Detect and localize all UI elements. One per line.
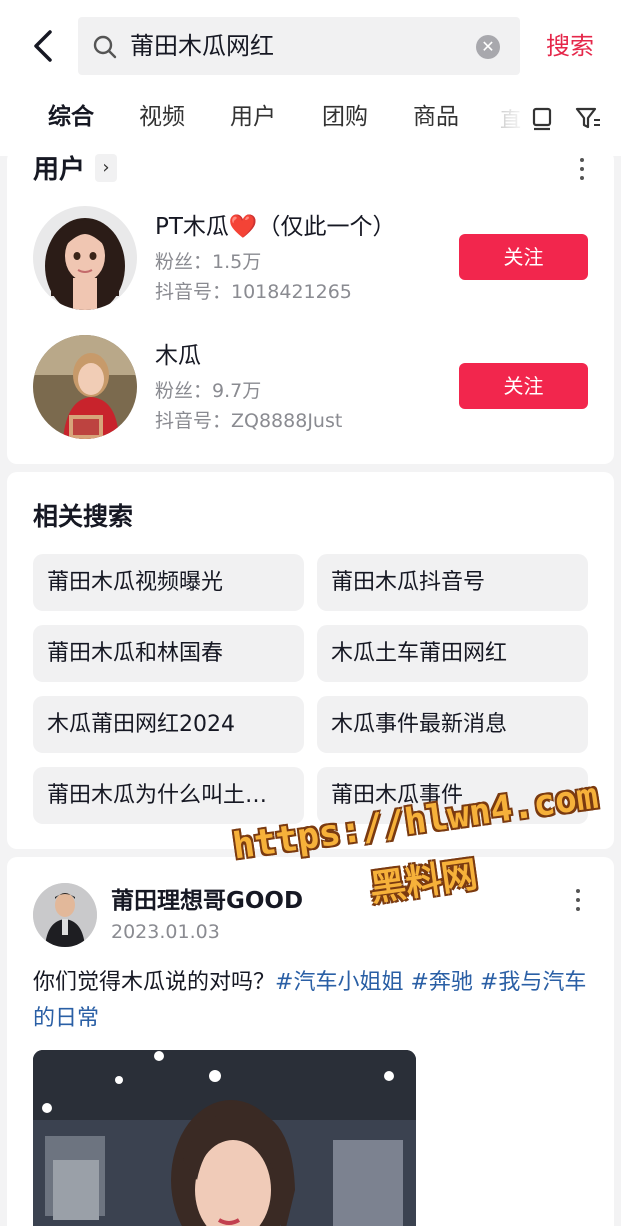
tab-videos[interactable]: 视频: [139, 100, 185, 134]
hashtag[interactable]: #奔驰: [410, 970, 472, 995]
filter-icon[interactable]: [574, 104, 602, 132]
avatar[interactable]: [33, 335, 137, 439]
related-search-chip[interactable]: 木瓜莆田网红2024: [33, 696, 304, 753]
related-search-chip[interactable]: 莆田木瓜视频曝光: [33, 554, 304, 611]
user-row[interactable]: PT木瓜❤️（仅此一个） 粉丝：1.5万 抖音号：1018421265 关注: [7, 206, 614, 316]
users-section: 用户 › PT木瓜❤️（仅此一个） 粉丝：1.5万 抖音号：1018421265…: [7, 150, 614, 464]
user-name: 木瓜: [155, 343, 201, 369]
tab-products[interactable]: 商品: [413, 100, 459, 134]
search-icon: [93, 35, 117, 59]
avatar[interactable]: [33, 883, 97, 947]
follow-button[interactable]: 关注: [459, 363, 588, 409]
layout-toggle-icon[interactable]: [528, 104, 556, 132]
search-query: 莆田木瓜网红: [130, 32, 274, 60]
related-search-chip[interactable]: 莆田木瓜事件: [317, 767, 588, 824]
hashtag[interactable]: #汽车小姐姐: [275, 970, 403, 995]
related-search-chip[interactable]: 莆田木瓜和林国春: [33, 625, 304, 682]
clear-icon[interactable]: ✕: [476, 35, 500, 59]
users-section-title[interactable]: 用户: [33, 152, 85, 188]
related-search-chip[interactable]: 莆田木瓜抖音号: [317, 554, 588, 611]
user-name: PT木瓜❤️（仅此一个）: [155, 214, 396, 240]
user-fans: 粉丝：9.7万: [155, 380, 262, 402]
user-row[interactable]: 木瓜 粉丝：9.7万 抖音号：ZQ8888Just 关注: [7, 335, 614, 445]
follow-button[interactable]: 关注: [459, 234, 588, 280]
related-searches-section: 相关搜索 莆田木瓜视频曝光 莆田木瓜抖音号 莆田木瓜和林国春 木瓜土车莆田网红 …: [7, 472, 614, 849]
tab-comprehensive[interactable]: 综合: [48, 100, 94, 134]
related-searches-title: 相关搜索: [33, 502, 134, 531]
tab-users[interactable]: 用户: [230, 100, 276, 134]
top-bar: 莆田木瓜网红 ✕ 搜索 综合 视频 用户 团购 商品 直: [0, 0, 621, 156]
chevron-right-icon[interactable]: ›: [95, 154, 117, 182]
user-fans: 粉丝：1.5万: [155, 251, 262, 273]
tabs-fade: [488, 96, 528, 140]
avatar[interactable]: [33, 206, 137, 310]
post-caption: 你们觉得木瓜说的对吗？#汽车小姐姐 #奔驰 #我与汽车的日常: [33, 965, 593, 1037]
post-author[interactable]: 莆田理想哥GOOD: [111, 885, 303, 917]
user-douyin-id: 抖音号：1018421265: [155, 281, 352, 303]
more-options-icon[interactable]: [578, 158, 586, 184]
search-input[interactable]: 莆田木瓜网红 ✕: [78, 17, 520, 75]
tab-group-buy[interactable]: 团购: [322, 100, 368, 134]
more-options-icon[interactable]: [574, 889, 582, 915]
video-post[interactable]: 莆田理想哥GOOD 2023.01.03 你们觉得木瓜说的对吗？#汽车小姐姐 #…: [7, 857, 614, 1226]
search-button[interactable]: 搜索: [546, 30, 594, 62]
post-text: 你们觉得木瓜说的对吗？: [33, 970, 276, 995]
tab-bar: 综合 视频 用户 团购 商品 直: [0, 96, 621, 140]
post-date: 2023.01.03: [111, 921, 220, 943]
post-thumbnail[interactable]: [33, 1050, 416, 1226]
back-arrow-icon[interactable]: [26, 26, 66, 66]
related-search-chip[interactable]: 莆田木瓜为什么叫土…: [33, 767, 304, 824]
related-search-chip[interactable]: 木瓜事件最新消息: [317, 696, 588, 753]
user-douyin-id: 抖音号：ZQ8888Just: [155, 410, 343, 432]
related-search-chip[interactable]: 木瓜土车莆田网红: [317, 625, 588, 682]
